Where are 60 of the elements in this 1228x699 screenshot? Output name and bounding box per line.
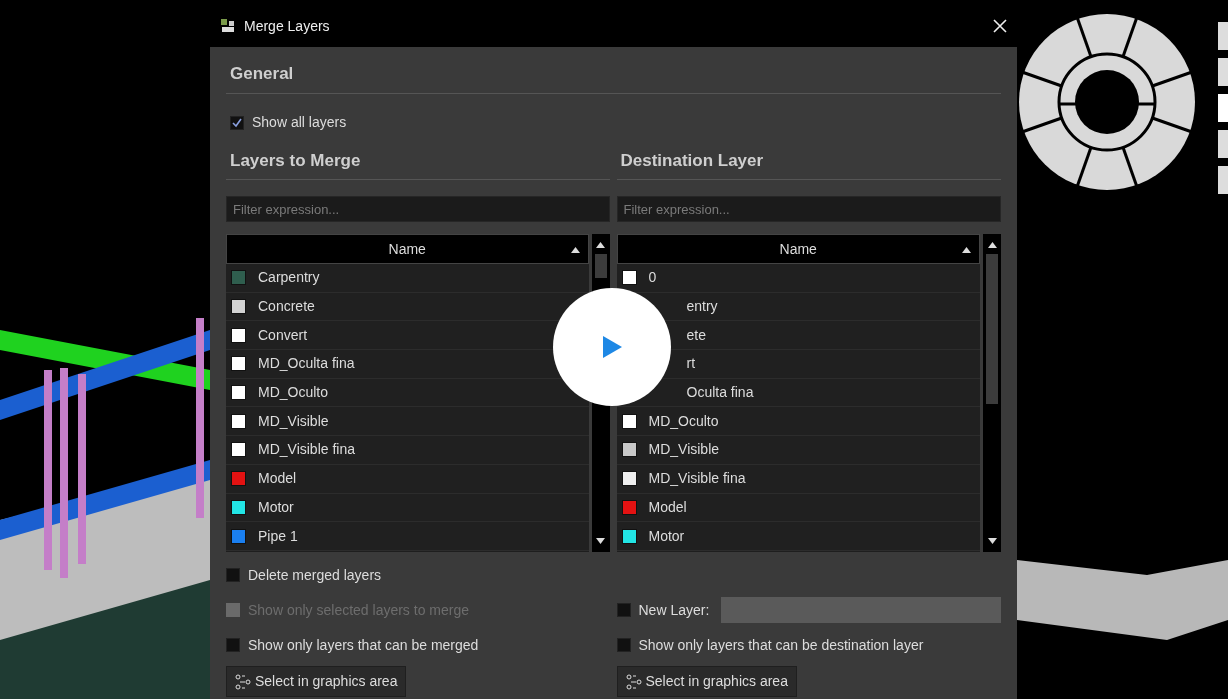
toolbar-button[interactable] xyxy=(1218,22,1228,50)
app-icon xyxy=(220,18,236,34)
play-icon xyxy=(601,335,623,359)
layer-name[interactable]: Convert xyxy=(258,324,308,346)
select-in-graphics-button[interactable]: Select in graphics area xyxy=(226,666,407,697)
checkbox-label: Show only layers that can be merged xyxy=(248,635,479,655)
layer-name[interactable]: Concrete xyxy=(258,296,315,318)
layer-name[interactable]: MD_Visible fina xyxy=(648,468,746,490)
select-in-graphics-button[interactable]: Select in graphics area xyxy=(616,666,797,697)
section-heading: Layers to Merge xyxy=(226,135,610,180)
toolbar-button[interactable] xyxy=(1218,58,1228,86)
column-header[interactable]: Name xyxy=(779,238,817,260)
toolbar-button[interactable] xyxy=(1218,94,1228,122)
layer-name[interactable]: Pipe 1 xyxy=(258,525,298,547)
scrollbar-thumb[interactable] xyxy=(986,254,998,404)
checkbox-label: Show all layers xyxy=(252,113,347,132)
scrollbar-thumb[interactable] xyxy=(594,254,607,278)
checkbox[interactable] xyxy=(226,638,240,652)
layer-name[interactable]: MD_Oculto xyxy=(648,410,719,432)
layer-name[interactable]: MD_Oculta fina xyxy=(258,353,355,375)
checkbox-label: Delete merged layers xyxy=(248,565,382,585)
section-heading: General xyxy=(226,47,1001,94)
column-header[interactable]: Name xyxy=(388,238,426,260)
selection-nodes-icon xyxy=(235,673,251,690)
layer-name[interactable]: MD_Visible fina xyxy=(258,439,355,461)
layer-name[interactable]: rt xyxy=(686,353,696,375)
checkbox[interactable] xyxy=(616,638,631,652)
scroll-up-arrow-icon[interactable] xyxy=(987,242,997,248)
window-title: Merge Layers xyxy=(244,16,330,36)
close-icon[interactable] xyxy=(993,19,1007,33)
sort-arrow-icon xyxy=(962,247,971,253)
layer-name[interactable]: MD_Visible xyxy=(258,410,329,432)
layer-name[interactable]: entry xyxy=(686,296,718,318)
toolbar-button[interactable] xyxy=(1218,166,1228,194)
checkbox[interactable] xyxy=(226,568,240,582)
layer-name[interactable]: Model xyxy=(648,496,687,518)
scroll-up-arrow-icon[interactable] xyxy=(596,242,605,248)
navigation-wheel-icon[interactable] xyxy=(1017,12,1197,192)
layer-name[interactable]: Motor xyxy=(648,525,685,547)
filter-field[interactable]: Filter expression... xyxy=(226,196,610,222)
layer-name[interactable]: 0 xyxy=(648,267,657,289)
scroll-down-arrow-icon[interactable] xyxy=(596,538,605,544)
checkbox-label: New Layer: xyxy=(638,600,710,620)
filter-field[interactable]: Filter expression... xyxy=(616,196,1001,222)
layer-name[interactable]: Model xyxy=(258,468,297,490)
checkbox[interactable] xyxy=(616,603,631,617)
layer-name[interactable]: Carpentry xyxy=(258,267,320,289)
layer-name[interactable]: Motor xyxy=(258,496,294,518)
sort-arrow-icon xyxy=(570,247,580,253)
layer-name[interactable]: MD_Oculto xyxy=(258,382,329,404)
layer-name[interactable]: MD_Visible xyxy=(648,439,720,461)
layer-name[interactable]: ete xyxy=(686,324,706,346)
section-heading: Destination Layer xyxy=(616,135,1001,180)
toolbar-button[interactable] xyxy=(1218,130,1228,158)
checkbox-label: Show only layers that can be destination layer xyxy=(638,635,924,655)
checkbox[interactable] xyxy=(230,115,244,130)
layer-name[interactable]: Oculta fina xyxy=(686,382,754,404)
scroll-down-arrow-icon[interactable] xyxy=(987,538,997,544)
scrollbar[interactable] xyxy=(983,234,1001,552)
selection-nodes-icon xyxy=(625,673,642,690)
